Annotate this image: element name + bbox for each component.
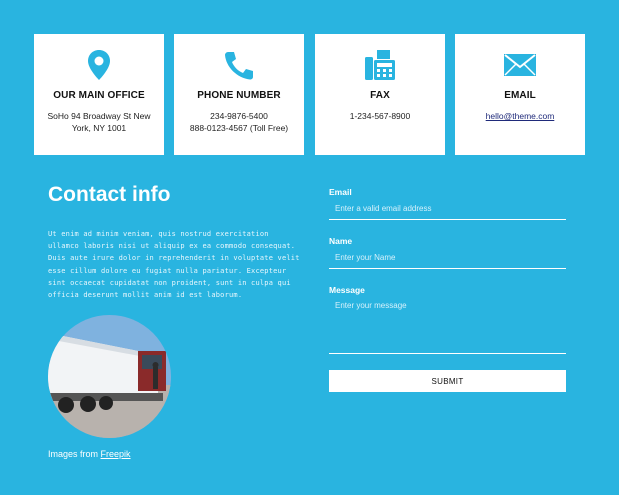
email-card: EMAIL hello@theme.com: [455, 34, 585, 155]
email-field[interactable]: [329, 198, 566, 220]
email-label: Email: [329, 187, 352, 197]
card-line: 234-9876-5400: [210, 111, 268, 121]
credit-prefix: Images from: [48, 449, 99, 459]
card-title: PHONE NUMBER: [197, 90, 281, 101]
contact-paragraph: Ut enim ad minim veniam, quis nostrud ex…: [48, 230, 300, 300]
location-pin-icon: [34, 48, 164, 82]
card-title: OUR MAIN OFFICE: [53, 90, 145, 101]
name-field[interactable]: [329, 247, 566, 269]
card-line: 1-234-567-8900: [349, 111, 411, 121]
office-card: OUR MAIN OFFICE SoHo 94 Broadway St New …: [34, 34, 164, 155]
card-line: York, NY 1001: [71, 123, 127, 133]
card-line: SoHo 94 Broadway St New: [47, 111, 151, 121]
truck-photo: [48, 315, 171, 438]
envelope-icon: [455, 48, 585, 82]
card-line: 888-0123-4567 (Toll Free): [189, 123, 289, 133]
card-title: EMAIL: [504, 90, 536, 101]
fax-icon: [315, 48, 445, 82]
email-link[interactable]: hello@theme.com: [486, 111, 555, 121]
submit-button[interactable]: SUBMIT: [329, 370, 566, 392]
name-label: Name: [329, 236, 353, 246]
fax-card: FAX 1-234-567-8900: [315, 34, 445, 155]
message-field[interactable]: [329, 297, 566, 354]
message-label: Message: [329, 285, 365, 295]
phone-card: PHONE NUMBER 234-9876-5400 888-0123-4567…: [174, 34, 304, 155]
phone-icon: [174, 48, 304, 82]
contact-info-heading: Contact info: [48, 183, 171, 206]
freepik-link[interactable]: Freepik: [101, 449, 131, 459]
card-title: FAX: [370, 90, 390, 101]
image-credit: Images from Freepik: [48, 449, 131, 459]
